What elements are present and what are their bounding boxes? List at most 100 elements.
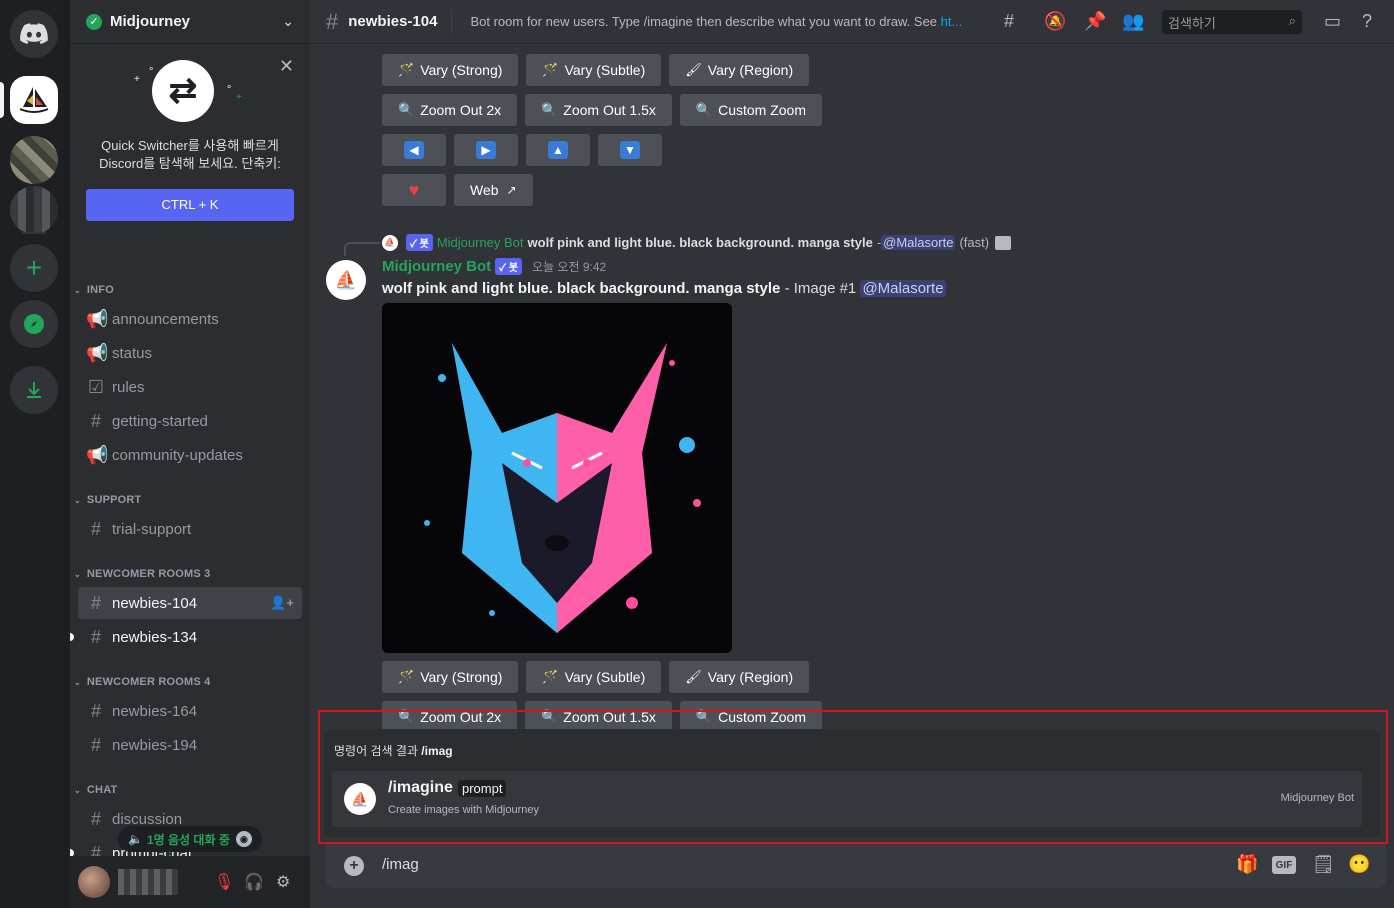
pin-icon[interactable]: 📌 [1084,11,1106,32]
vary-strong-button[interactable]: 🪄 Vary (Strong) [382,661,519,693]
caret-down-icon: ⌄ [74,785,81,795]
category-chat[interactable]: ⌄ CHAT [74,784,117,796]
category-newcomer-rooms-3[interactable]: ⌄ NEWCOMER ROOMS 3 [74,568,211,580]
plus-circle-icon[interactable]: + [344,856,364,876]
mute-microphone-icon[interactable]: 🎙 [214,872,234,892]
channel-status[interactable]: 📢 status [78,337,302,369]
threads-icon: # [90,626,101,647]
image-icon [995,235,1012,250]
message-input[interactable]: /imag [382,856,419,873]
download-apps-button[interactable] [10,366,58,414]
magnifier-icon: 🔍 [398,102,415,117]
magnifier-icon: 🔍 [541,102,558,117]
add-server-button[interactable]: + [10,244,58,292]
arrow-right-icon: ▶ [476,141,496,159]
compass-icon [24,314,44,334]
quick-switcher-promo: ✕ + ∘ ∘ + ⇄ Quick Switcher를 사용해 빠르게 Disc… [70,44,310,232]
headphones-icon[interactable]: 🎧 [244,872,264,892]
midjourney-bot-avatar[interactable]: ⛵ [326,260,366,300]
message-buttons-row: 🔍 Zoom Out 2x 🔍 Zoom Out 1.5x 🔍 Custom Zoom [382,94,822,126]
sticker-icon[interactable]: 🗒 [1312,854,1335,875]
caret-down-icon: ⌄ [74,285,81,295]
bot-badge: ✓ 봇 [495,258,522,275]
message-buttons-row: 🪄 Vary (Strong) 🪄 Vary (Subtle) 🖌 Vary (Reg… [382,54,810,86]
hash-icon: # [90,410,101,431]
hash-icon: # [90,808,101,829]
discord-home-button[interactable] [10,10,58,58]
vary-region-button[interactable]: 🖌 Vary (Region) [669,54,810,86]
magnifier-icon: 🔍 [695,102,713,117]
channel-community-updates[interactable]: 📢 community-updates [78,439,302,471]
generated-wolf-image[interactable] [382,303,732,653]
category-newcomer-rooms-4[interactable]: ⌄ NEWCOMER ROOMS 4 [74,676,211,688]
channel-newbies-194[interactable]: # newbies-194 [78,729,302,761]
notification-muted-icon[interactable]: 🔕 [1044,11,1066,32]
external-link-icon: ↗ [506,183,517,197]
channel-trial-support[interactable]: # trial-support [78,513,302,545]
rail-divider [22,232,46,234]
voice-activity-pill[interactable]: 🔈 1명 음성 대화 중 ◉ [118,826,262,852]
server-blurred-1[interactable] [10,136,58,184]
wolf-artwork [382,303,732,653]
message-author[interactable]: Midjourney Bot [382,258,491,275]
verified-check-icon: ✓ [86,13,102,30]
inbox-icon[interactable]: ▭ [1324,11,1341,32]
server-header[interactable]: ✓ Midjourney ⌄ [70,0,310,44]
topbar-divider [451,9,453,34]
quick-switcher-shortcut-button[interactable]: CTRL + K [86,189,294,221]
selected-server-indicator [0,82,4,118]
pan-right-button[interactable]: ▶ [454,134,518,166]
channel-rules[interactable]: ☑ rules [78,371,302,403]
hash-icon: # [90,518,101,539]
create-invite-icon[interactable]: 👤+ [270,595,294,611]
close-icon[interactable]: ✕ [279,56,294,77]
custom-zoom-button[interactable]: 🔍 Custom Zoom [679,94,822,126]
gif-icon[interactable]: GIF [1272,856,1296,874]
paintbrush-icon: 🖌 [685,62,702,77]
quick-switcher-text: Quick Switcher를 사용해 빠르게 Discord를 탐색해 보세요… [99,138,281,171]
caret-down-icon: ⌄ [74,495,81,505]
channel-newbies-134[interactable]: # newbies-134 [70,621,302,653]
user-avatar[interactable] [78,866,110,898]
favorite-button[interactable]: ♥ [382,174,446,206]
message-mention[interactable]: @Malasorte [860,280,946,297]
zoom-out-2x-button[interactable]: 🔍 Zoom Out 2x [382,94,518,126]
category-info[interactable]: ⌄ INFO [74,284,114,296]
midjourney-sailboat-icon [19,87,49,113]
help-icon[interactable]: ? [1362,11,1372,32]
server-midjourney[interactable] [10,76,58,124]
pan-up-button[interactable]: ▲ [526,134,590,166]
reply-reference[interactable]: ⛵ ✓ 봇 Midjourney Bot wolf pink and light… [382,234,1012,251]
favorite-web-row: ♥ Web ↗ [382,174,533,206]
settings-gear-icon[interactable]: ⚙ [276,872,290,892]
search-input[interactable]: 검색하기 ⌕ [1162,10,1302,34]
explore-servers-button[interactable] [10,300,58,348]
reply-mention[interactable]: @Malasorte [881,235,956,250]
unread-indicator [70,633,74,641]
pan-down-button[interactable]: ▼ [598,134,662,166]
channel-announcements[interactable]: 📢 announcements [78,303,302,335]
pan-left-button[interactable]: ◀ [382,134,446,166]
threads-list-icon[interactable]: # [1004,11,1014,32]
vary-subtle-button[interactable]: 🪄 Vary (Subtle) [526,54,662,86]
zoom-out-1-5x-button[interactable]: 🔍 Zoom Out 1.5x [525,94,672,126]
channel-newbies-164[interactable]: # newbies-164 [78,695,302,727]
topic-link[interactable]: ht... [941,14,963,29]
channel-topic[interactable]: Bot room for new users. Type /imagine th… [470,14,982,29]
vary-strong-button[interactable]: 🪄 Vary (Strong) [382,54,519,86]
server-blurred-2[interactable] [10,186,58,234]
vary-region-button[interactable]: 🖌 Vary (Region) [669,661,810,693]
magic-wand-icon: 🪄 [398,62,415,77]
channel-newbies-104[interactable]: # newbies-104 👤+ [78,587,302,619]
emoji-icon[interactable]: 😶 [1348,854,1370,875]
channel-getting-started[interactable]: # getting-started [78,405,302,437]
sparkle-icon: + [134,74,140,85]
search-icon: ⌕ [1288,13,1296,28]
member-list-icon[interactable]: 👥 [1122,11,1144,32]
gift-icon[interactable]: 🎁 [1236,854,1258,875]
bot-badge: ✓ 봇 [406,234,433,251]
vary-subtle-button[interactable]: 🪄 Vary (Subtle) [526,661,662,693]
web-button[interactable]: Web ↗ [454,174,533,206]
category-support[interactable]: ⌄ SUPPORT [74,494,141,506]
message-input-bar[interactable]: + /imag 🎁 GIF 🗒 😶 [326,844,1386,888]
